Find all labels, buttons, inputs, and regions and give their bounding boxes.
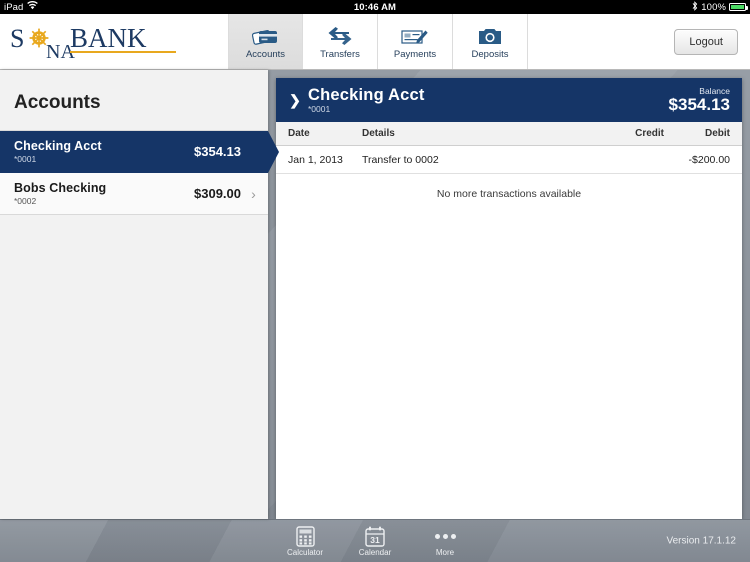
account-number: *0001 — [14, 154, 37, 164]
column-header-debit: Debit — [705, 128, 730, 139]
tab-transfers-label: Transfers — [320, 48, 360, 60]
calendar-icon: 31 — [365, 525, 385, 547]
transfer-arrows-icon — [327, 24, 353, 46]
logout-button[interactable]: Logout — [674, 28, 738, 55]
top-navigation-bar: S NA BANK Accounts Transfers Payments De… — [0, 14, 750, 70]
bottom-item-more[interactable]: More — [421, 525, 469, 557]
chevron-right-icon: › — [251, 185, 256, 202]
transaction-date: Jan 1, 2013 — [288, 153, 343, 166]
bottom-item-calendar-label: Calendar — [358, 548, 392, 557]
account-detail-panel: ❯ Checking Acct *0001 Balance $354.13 Da… — [276, 78, 742, 519]
tab-payments-label: Payments — [393, 48, 437, 60]
wifi-icon — [27, 1, 39, 13]
tab-deposits[interactable]: Deposits — [453, 14, 528, 69]
chevron-right-icon[interactable]: ❯ — [286, 92, 304, 109]
status-bar-left: iPad — [0, 1, 39, 13]
tab-accounts[interactable]: Accounts — [228, 14, 303, 69]
tab-payments[interactable]: Payments — [378, 14, 453, 69]
detail-account-number: *0001 — [308, 104, 331, 114]
battery-percent: 100% — [701, 1, 726, 13]
battery-icon — [729, 3, 748, 11]
bluetooth-icon — [692, 0, 698, 14]
version-label: Version 17.1.12 — [666, 535, 737, 547]
detail-account-title: Checking Acct — [308, 86, 425, 104]
account-amount: $309.00 — [194, 186, 241, 201]
column-header-date: Date — [288, 128, 310, 139]
tab-deposits-label: Deposits — [471, 48, 509, 60]
account-amount: $354.13 — [194, 144, 241, 159]
bottom-toolbar: Calculator 31 Calendar More Version 17.1… — [0, 519, 750, 562]
chevron-right-icon: › — [249, 144, 258, 160]
column-header-credit: Credit — [635, 128, 664, 139]
svg-text:31: 31 — [370, 535, 380, 545]
status-bar-time: 10:46 AM — [353, 1, 397, 13]
tab-accounts-label: Accounts — [245, 48, 286, 60]
transaction-debit: -$200.00 — [688, 153, 730, 166]
bottom-item-more-label: More — [435, 548, 455, 557]
account-names: Checking Acct *0001 — [14, 139, 102, 164]
calculator-icon — [295, 525, 315, 547]
transactions-table-body: Jan 1, 2013 Transfer to 0002 -$200.00 No… — [276, 146, 742, 519]
ellipsis-icon — [434, 525, 456, 547]
check-pen-icon — [401, 24, 429, 46]
device-label: iPad — [4, 1, 24, 13]
main-tabs: Accounts Transfers Payments Deposits — [228, 14, 528, 69]
status-bar: iPad 10:46 AM 100% — [0, 0, 750, 14]
detail-balance: Balance $354.13 — [669, 86, 730, 115]
account-names: Bobs Checking *0002 — [14, 181, 106, 206]
account-detail-area: ❯ Checking Acct *0001 Balance $354.13 Da… — [268, 70, 750, 519]
bottom-item-calculator[interactable]: Calculator — [281, 525, 329, 557]
bottom-item-calculator-label: Calculator — [286, 548, 323, 557]
bottom-item-calendar[interactable]: 31 Calendar — [351, 525, 399, 557]
column-header-details: Details — [362, 128, 395, 139]
transaction-details: Transfer to 0002 — [362, 153, 439, 166]
table-row[interactable]: Jan 1, 2013 Transfer to 0002 -$200.00 — [276, 146, 742, 174]
account-name: Checking Acct — [14, 139, 102, 153]
svg-text:BANK: BANK — [70, 23, 147, 53]
balance-value: $354.13 — [668, 94, 730, 114]
svg-text:S: S — [10, 24, 24, 53]
tab-transfers[interactable]: Transfers — [303, 14, 378, 69]
detail-header[interactable]: ❯ Checking Acct *0001 Balance $354.13 — [276, 78, 742, 122]
no-more-transactions-message: No more transactions available — [436, 188, 582, 200]
brand-logo: S NA BANK — [0, 14, 228, 69]
credit-cards-icon — [251, 24, 280, 46]
account-list: Checking Acct *0001 $354.13 › Bobs Check… — [0, 130, 279, 215]
status-bar-right: 100% — [692, 0, 750, 14]
logout-area: Logout — [674, 14, 750, 69]
accounts-sidebar: Accounts Checking Acct *0001 $354.13 › B… — [0, 70, 279, 519]
account-list-item-checking-acct[interactable]: Checking Acct *0001 $354.13 › — [0, 131, 279, 173]
detail-header-names: Checking Acct *0001 — [308, 86, 425, 114]
camera-icon — [477, 24, 503, 46]
page-body: Accounts Checking Acct *0001 $354.13 › B… — [0, 70, 750, 519]
sidebar-title: Accounts — [14, 92, 101, 113]
account-number: *0002 — [14, 196, 37, 206]
account-name: Bobs Checking — [14, 181, 107, 195]
transactions-table-header: Date Details Credit Debit — [276, 122, 742, 146]
bottom-toolbar-items: Calculator 31 Calendar More — [281, 525, 469, 557]
account-list-item-bobs-checking[interactable]: Bobs Checking *0002 $309.00 › — [0, 173, 268, 215]
